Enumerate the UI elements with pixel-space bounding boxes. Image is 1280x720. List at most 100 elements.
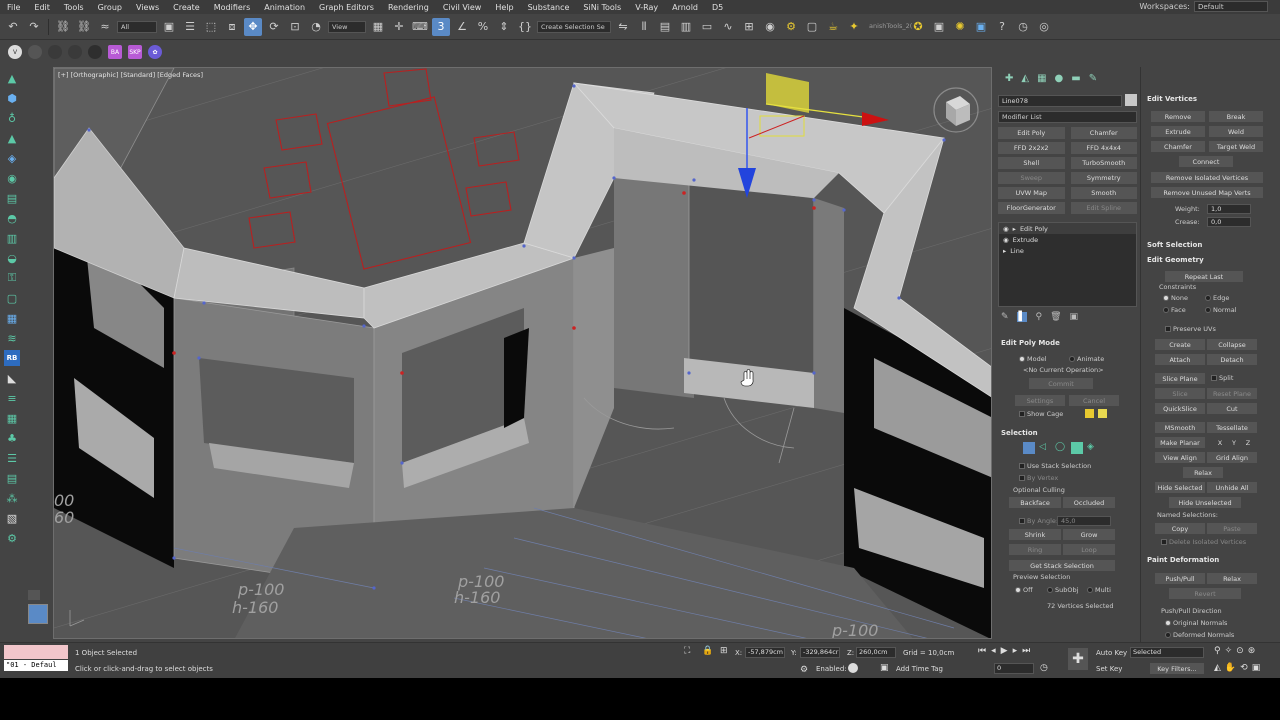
weight-spinner[interactable]: 1,0	[1207, 204, 1251, 214]
menu-edit[interactable]: Edit	[27, 3, 57, 12]
soft-selection-title[interactable]: Soft Selection	[1141, 239, 1202, 251]
use-stack-selection-checkbox[interactable]: Use Stack Selection	[1019, 462, 1091, 470]
go-to-start-icon[interactable]: ⏮	[978, 646, 986, 656]
preserve-uvs-checkbox[interactable]: Preserve UVs	[1165, 325, 1216, 333]
link-icon[interactable]: ⛓	[54, 18, 72, 36]
slice-plane-button[interactable]: Slice Plane	[1155, 373, 1205, 384]
cut-button[interactable]: Cut	[1207, 403, 1257, 414]
preview-multi-radio[interactable]: Multi	[1087, 586, 1111, 594]
hierarchy-icon[interactable]: ♁	[4, 110, 20, 126]
select-rotate-icon[interactable]: ⟳	[265, 18, 283, 36]
bind-spacewarp-icon[interactable]: ≈	[96, 18, 114, 36]
orbit-icon[interactable]: ⟲	[1240, 663, 1248, 673]
stack-item-extrude[interactable]: ◉ Extrude	[999, 234, 1136, 245]
current-frame-field[interactable]: 0	[994, 663, 1034, 674]
collapse-button[interactable]: Collapse	[1207, 339, 1257, 350]
weld-button[interactable]: Weld	[1209, 126, 1263, 137]
cylinder-icon[interactable]: ◈	[4, 150, 20, 166]
key-icon[interactable]: ⚿	[4, 270, 20, 286]
attach-button[interactable]: Attach	[1155, 354, 1205, 365]
slice-button[interactable]: Slice	[1155, 388, 1205, 399]
modifier-button[interactable]: Shell	[998, 157, 1065, 169]
menu-civil-view[interactable]: Civil View	[436, 3, 489, 12]
redo-icon[interactable]: ↷	[25, 18, 43, 36]
reset-plane-button[interactable]: Reset Plane	[1207, 388, 1257, 399]
extrude-button[interactable]: Extrude	[1151, 126, 1205, 137]
connect-button[interactable]: Connect	[1179, 156, 1233, 167]
lock-icon[interactable]: 🔒	[702, 646, 713, 656]
repeat-last-button[interactable]: Repeat Last	[1165, 271, 1243, 282]
script-icon[interactable]: ⚙	[800, 665, 808, 675]
edit-geometry-title[interactable]: Edit Geometry	[1141, 254, 1204, 266]
modify-icon[interactable]: ⬢	[4, 90, 20, 106]
spinner-snap-icon[interactable]: ⇕	[495, 18, 513, 36]
viewport-label[interactable]: [+] [Orthographic] [Standard] [Edged Fac…	[58, 71, 203, 79]
window-icon[interactable]: ▣	[972, 18, 990, 36]
cage-color-swatch[interactable]	[1085, 409, 1094, 418]
select-move-icon[interactable]: ✥	[244, 17, 262, 36]
grow-button[interactable]: Grow	[1063, 529, 1115, 540]
toggle-layer-explorer-icon[interactable]: ▥	[677, 18, 695, 36]
curve-editor-icon[interactable]: ∿	[719, 18, 737, 36]
rectangular-selection-icon[interactable]: ⬚	[202, 18, 220, 36]
toggle-ribbon-icon[interactable]: ▭	[698, 18, 716, 36]
cage-selected-color-swatch[interactable]	[1098, 409, 1107, 418]
show-cage-checkbox[interactable]: Show Cage	[1019, 410, 1063, 418]
by-angle-spinner[interactable]: 45,0	[1057, 516, 1111, 526]
select-by-name-icon[interactable]: ☰	[181, 18, 199, 36]
menu-substance[interactable]: Substance	[521, 3, 577, 12]
plugin-a-icon[interactable]: BA	[108, 45, 122, 59]
named-selection-set-dropdown[interactable]: Create Selection Se	[537, 20, 611, 33]
modifier-button[interactable]: UVW Map	[998, 187, 1065, 199]
tessellate-button[interactable]: Tessellate	[1207, 422, 1257, 433]
hierarchy-tab-icon[interactable]: ▦	[1037, 73, 1046, 84]
loop-button[interactable]: Loop	[1063, 544, 1115, 555]
planar-y-button[interactable]: Y	[1229, 437, 1239, 448]
expand-icon[interactable]: ▸	[1003, 247, 1006, 255]
sphere-icon[interactable]: ◉	[4, 170, 20, 186]
preview-off-radio[interactable]: Off	[1015, 586, 1033, 594]
y-coordinate[interactable]: -329,864cr	[800, 647, 840, 658]
set-key-button[interactable]: Set Key	[1096, 665, 1122, 673]
teapot-icon[interactable]: ◒	[4, 250, 20, 266]
utilities-tab-icon[interactable]: ✎	[1089, 73, 1097, 84]
configure-sets-icon[interactable]: ▣	[1070, 312, 1079, 322]
object-name-field[interactable]: Line078	[998, 95, 1122, 107]
modifier-button[interactable]: FFD 4x4x4	[1070, 142, 1137, 154]
grid-align-button[interactable]: Grid Align	[1207, 452, 1257, 463]
menu-help[interactable]: Help	[488, 3, 520, 12]
hide-selected-button[interactable]: Hide Selected	[1155, 482, 1205, 493]
display-tab-icon[interactable]: ▬	[1071, 73, 1080, 84]
window-crossing-icon[interactable]: ⧈	[223, 18, 241, 36]
make-unique-icon[interactable]: ⚲	[1035, 312, 1042, 322]
collapse-arrow-icon[interactable]	[28, 590, 40, 600]
mirror-icon[interactable]: ⇋	[614, 18, 632, 36]
align-icon[interactable]: ⫴	[635, 18, 653, 36]
backface-button[interactable]: Backface	[1009, 497, 1061, 508]
material-editor-icon[interactable]: ◉	[761, 18, 779, 36]
layout-tab-icon[interactable]	[28, 604, 48, 624]
menu-sini-tools[interactable]: SiNi Tools	[576, 3, 628, 12]
vertex-level-icon[interactable]	[1023, 442, 1035, 454]
create-button[interactable]: Create	[1155, 339, 1205, 350]
modifier-button[interactable]: TurboSmooth	[1070, 157, 1137, 169]
list-icon[interactable]: ☰	[4, 450, 20, 466]
menu-arnold[interactable]: Arnold	[665, 3, 705, 12]
schematic-view-icon[interactable]: ⊞	[740, 18, 758, 36]
nodes-icon[interactable]: ⁂	[4, 490, 20, 506]
plugin-c-icon[interactable]: ✿	[148, 45, 162, 59]
dark-sphere-icon[interactable]	[88, 45, 102, 59]
modifier-button[interactable]: Edit Poly	[998, 127, 1065, 139]
object-color-swatch[interactable]	[1125, 94, 1137, 106]
next-frame-icon[interactable]: ▸	[1013, 646, 1018, 656]
fov-icon[interactable]: ◭	[1214, 663, 1221, 673]
maximize-viewport-icon[interactable]: ▣	[1252, 663, 1261, 673]
remove-modifier-icon[interactable]: 🗑	[1050, 312, 1061, 322]
keyboard-shortcut-icon[interactable]: ⌨	[411, 18, 429, 36]
polygon-level-icon[interactable]	[1071, 442, 1083, 454]
modify-tab-icon[interactable]: ◭	[1021, 73, 1029, 84]
make-planar-button[interactable]: Make Planar	[1155, 437, 1205, 448]
spline-icon[interactable]: ≋	[4, 330, 20, 346]
revert-button[interactable]: Revert	[1169, 588, 1241, 599]
menu-create[interactable]: Create	[166, 3, 207, 12]
